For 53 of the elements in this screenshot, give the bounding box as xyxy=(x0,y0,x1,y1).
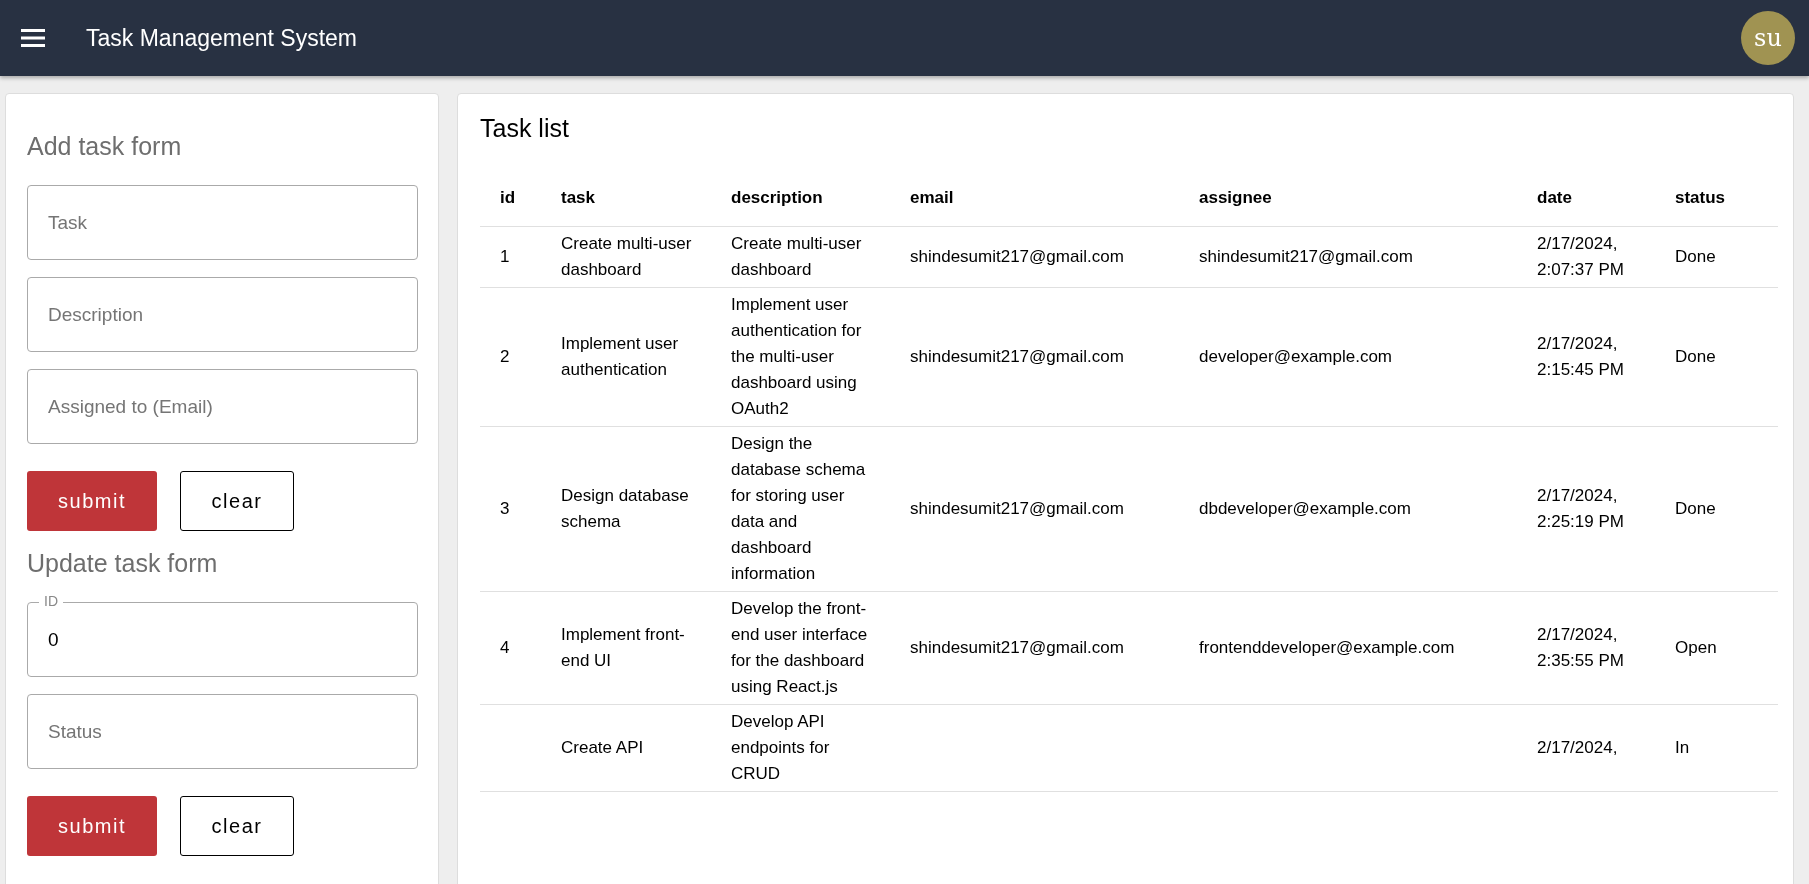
table-cell: developer@example.com xyxy=(1199,347,1393,366)
table-cell: 2/17/2024, 2:07:37 PM xyxy=(1537,234,1624,279)
input-field[interactable]: Description xyxy=(27,277,418,352)
table-cell: Develop API endpoints for CRUD xyxy=(731,712,830,783)
form-title: Update task form xyxy=(27,549,219,578)
table-cell: 3 xyxy=(500,499,510,518)
table-cell: 2/17/2024, 2:25:19 PM xyxy=(1537,486,1624,531)
panel-title: Task list xyxy=(480,114,570,143)
app-title: Task Management System xyxy=(86,24,358,52)
menu-icon[interactable] xyxy=(21,29,45,47)
table-cell: 2/17/2024, xyxy=(1537,738,1618,757)
input-field[interactable]: Assigned to (Email) xyxy=(27,369,418,444)
table-cell: Develop the front-end user interface for the dashboard using React.js xyxy=(731,599,868,696)
table-cell: Implement front-end UI xyxy=(561,625,685,670)
column-header: date xyxy=(1537,188,1572,207)
table-cell: 2/17/2024, 2:35:55 PM xyxy=(1537,625,1624,670)
column-header: description xyxy=(731,188,823,207)
clear-button[interactable]: clear xyxy=(180,471,294,531)
table-cell: Implement user authentication for the multi-user dashboard using OAuth2 xyxy=(731,295,862,418)
table-cell: In xyxy=(1675,738,1690,757)
input-field[interactable]: Task xyxy=(27,185,418,260)
column-header: email xyxy=(910,188,954,207)
column-header: assignee xyxy=(1199,188,1272,207)
field-label: ID xyxy=(39,593,63,609)
table-cell: shindesumit217@gmail.com xyxy=(1199,247,1413,266)
table-cell: Design database schema xyxy=(561,486,689,531)
table-cell: Create multi-user dashboard xyxy=(731,234,862,279)
column-header: id xyxy=(500,188,516,207)
submit-button[interactable]: submit xyxy=(27,471,157,531)
input-field[interactable]: Status xyxy=(27,694,418,769)
table-cell: Done xyxy=(1675,247,1716,266)
table-cell: Create API xyxy=(561,738,644,757)
form-title: Add task form xyxy=(27,132,183,161)
table-cell: dbdeveloper@example.com xyxy=(1199,499,1411,518)
submit-button[interactable]: submit xyxy=(27,796,157,856)
table-cell: Done xyxy=(1675,347,1716,366)
table-cell: Design the database schema for storing user data and dashboard information xyxy=(731,434,866,583)
table-cell: shindesumit217@gmail.com xyxy=(910,247,1124,266)
table-cell: Done xyxy=(1675,499,1716,518)
table-cell: shindesumit217@gmail.com xyxy=(910,638,1124,657)
table-cell: Open xyxy=(1675,638,1717,657)
table-cell: 1 xyxy=(500,247,510,266)
table-cell: Create multi-user dashboard xyxy=(561,234,692,279)
table-cell: 2 xyxy=(500,347,510,366)
column-header: task xyxy=(561,188,596,207)
column-header: status xyxy=(1675,188,1726,207)
table-cell: Implement user authentication xyxy=(561,334,679,379)
table-cell: 4 xyxy=(500,638,510,657)
table-cell: frontenddeveloper@example.com xyxy=(1199,638,1455,657)
table-cell: shindesumit217@gmail.com xyxy=(910,499,1124,518)
clear-button[interactable]: clear xyxy=(180,796,294,856)
table-cell: shindesumit217@gmail.com xyxy=(910,347,1124,366)
table-cell: 2/17/2024, 2:15:45 PM xyxy=(1537,334,1624,379)
